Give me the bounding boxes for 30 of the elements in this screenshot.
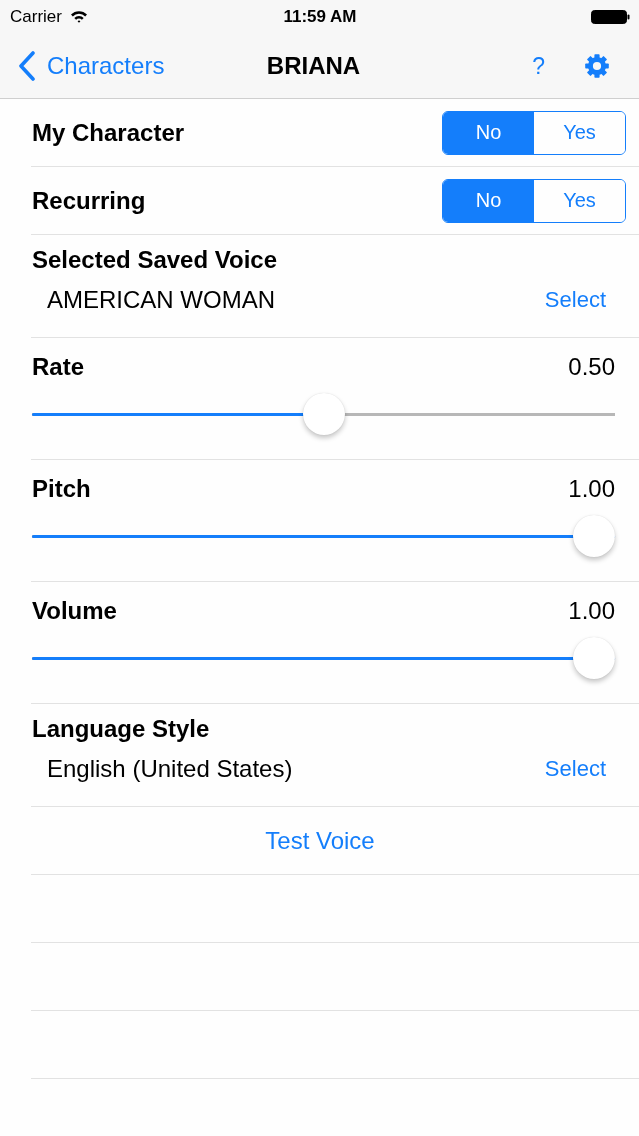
- row-label: Selected Saved Voice: [32, 245, 278, 275]
- row-label: My Character: [32, 117, 185, 148]
- select-button[interactable]: Select: [544, 285, 606, 315]
- clock-time: 11:59 AM: [283, 6, 357, 27]
- row-label: Rate: [32, 352, 85, 382]
- battery-icon: [591, 9, 630, 24]
- help-button[interactable]: ?: [532, 50, 545, 81]
- slider-thumb[interactable]: [573, 637, 615, 679]
- select-button[interactable]: Select: [544, 754, 606, 784]
- wifi-icon: [69, 10, 88, 23]
- selected-value: AMERICAN WOMAN: [47, 285, 275, 315]
- segment-option[interactable]: No: [443, 179, 534, 222]
- slider-value: 1.00: [568, 474, 615, 504]
- slider-thumb[interactable]: [302, 393, 345, 435]
- slider-value: 0.50: [568, 352, 615, 382]
- test-voice-button[interactable]: Test Voice: [265, 825, 375, 856]
- screen-title: BRIANA: [266, 51, 361, 80]
- back-button[interactable]: Characters: [18, 50, 165, 81]
- selected-value: English (United States): [47, 754, 293, 784]
- settings-icon: [585, 53, 609, 78]
- row-label: Language Style: [32, 714, 211, 744]
- row-label: Pitch: [32, 474, 91, 504]
- carrier-name: Carrier: [10, 6, 62, 27]
- chevron-left-icon: [18, 50, 36, 81]
- row-label: Volume: [32, 596, 117, 626]
- slider-value: 1.00: [568, 596, 615, 626]
- settings-button[interactable]: [585, 53, 609, 78]
- row-label: Recurring: [32, 185, 146, 216]
- slider-thumb[interactable]: [573, 515, 615, 557]
- segment-option[interactable]: No: [443, 111, 534, 154]
